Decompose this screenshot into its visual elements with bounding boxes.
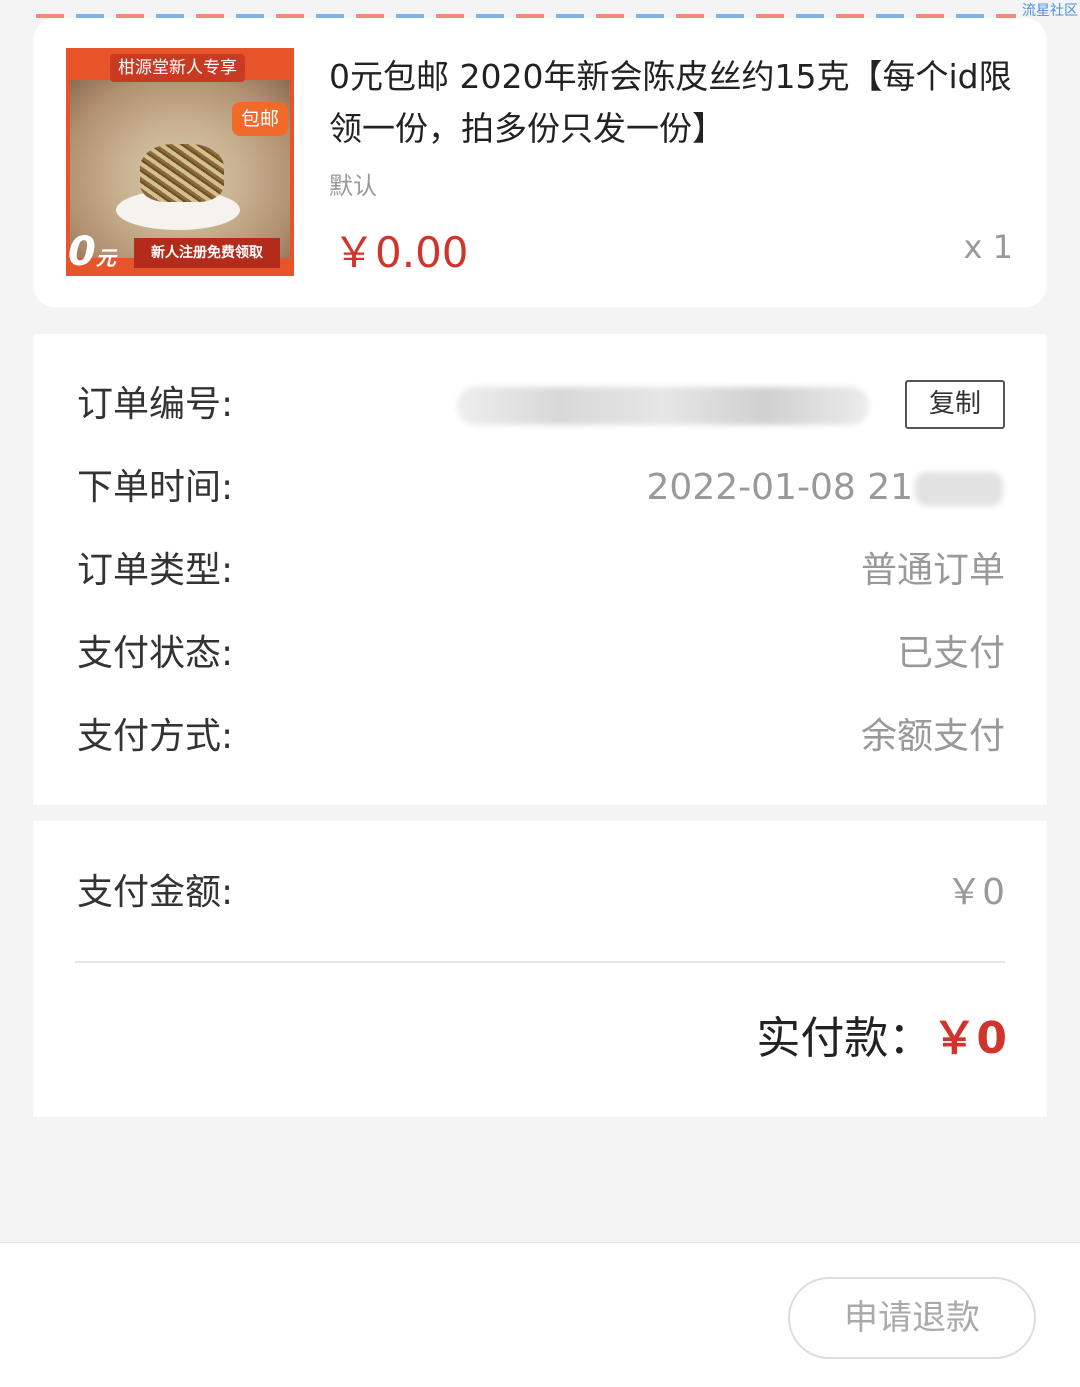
paid-amount-label: 支付金额:: [77, 872, 234, 913]
order-number-row: 订单编号: 复制: [77, 375, 1005, 435]
payment-status-row: 支付状态: 已支付: [77, 624, 1005, 684]
zero-yuan-number: 0: [68, 229, 96, 275]
order-time-redacted: [915, 472, 1003, 506]
thumbnail-promo-strip: 新人注册免费领取: [134, 238, 280, 268]
actual-payment: 实付款：￥0: [756, 1009, 1007, 1078]
copy-button[interactable]: 复制: [905, 380, 1005, 429]
order-time-value: 2022-01-08 21: [646, 467, 913, 508]
amount-divider: [75, 961, 1005, 963]
dried-peel-graphic: [140, 144, 224, 202]
order-time-row: 下单时间: 2022-01-08 21: [77, 458, 1005, 518]
thumbnail-banner: 柑源堂新人专享: [110, 54, 245, 82]
product-title[interactable]: 0元包邮 2020年新会陈皮丝约15克【每个id限领一份，拍多份只发一份】: [329, 51, 1019, 155]
zero-yuan-unit: 元: [95, 246, 116, 270]
order-info-card: 订单编号: 复制 下单时间: 2022-01-08 21 订单类型: 普通订单 …: [33, 334, 1047, 805]
order-type-value: 普通订单: [860, 550, 1005, 591]
order-type-label: 订单类型:: [77, 550, 234, 591]
product-quantity: x 1: [963, 228, 1013, 266]
amount-card: 支付金额: ￥0 实付款：￥0: [33, 821, 1047, 1117]
paid-amount-value: ￥0: [946, 872, 1005, 913]
payment-status-value: 已支付: [896, 633, 1005, 674]
payment-method-row: 支付方式: 余额支付: [77, 707, 1005, 767]
product-spec: 默认: [329, 172, 377, 200]
order-type-row: 订单类型: 普通订单: [77, 541, 1005, 601]
paid-amount-row: 支付金额: ￥0: [77, 863, 1005, 923]
apply-refund-button[interactable]: 申请退款: [788, 1277, 1036, 1359]
watermark: 流星社区: [1022, 3, 1078, 19]
order-number-redacted: [457, 387, 869, 425]
payment-method-value: 余额支付: [860, 716, 1005, 757]
bottom-action-bar: 申请退款: [0, 1242, 1080, 1387]
payment-status-label: 支付状态:: [77, 633, 234, 674]
free-shipping-badge: 包邮: [232, 102, 288, 136]
actual-payment-label: 实付款：: [756, 1013, 933, 1064]
order-time-label: 下单时间:: [77, 467, 234, 508]
order-number-label: 订单编号:: [77, 384, 234, 425]
payment-method-label: 支付方式:: [77, 716, 234, 757]
product-price: ￥0.00: [333, 228, 469, 277]
actual-payment-value: ￥0: [932, 1013, 1007, 1064]
product-thumbnail[interactable]: 柑源堂新人专享 包邮 0元 新人注册免费领取: [66, 48, 294, 276]
product-card[interactable]: 柑源堂新人专享 包邮 0元 新人注册免费领取 0元包邮 2020年新会陈皮丝约1…: [33, 18, 1047, 307]
zero-yuan-label: 0元: [68, 230, 116, 276]
